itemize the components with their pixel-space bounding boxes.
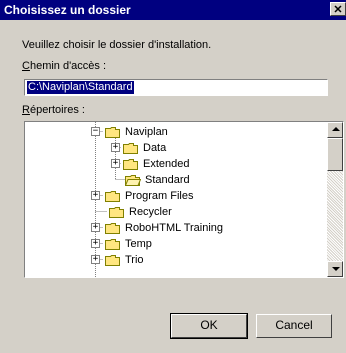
cancel-button[interactable]: Cancel xyxy=(256,314,332,338)
folder-icon xyxy=(105,239,120,250)
close-button[interactable]: ✕ xyxy=(330,2,346,16)
path-input[interactable]: C:\Naviplan\Standard xyxy=(24,79,328,96)
expand-toggle-icon[interactable]: + xyxy=(111,143,120,152)
tree-item-standard[interactable]: Standard xyxy=(25,172,315,188)
prompt-text: Veuillez choisir le dossier d'installati… xyxy=(22,39,212,51)
expand-toggle-icon[interactable]: + xyxy=(91,223,100,232)
collapse-toggle-icon[interactable]: − xyxy=(91,127,100,136)
tree-item-temp[interactable]: + Temp xyxy=(25,236,315,252)
folder-icon xyxy=(105,191,120,202)
folder-icon xyxy=(123,159,138,170)
expand-toggle-icon[interactable]: + xyxy=(91,191,100,200)
tree-item-label: Data xyxy=(143,142,167,154)
scroll-thumb[interactable] xyxy=(327,138,343,171)
tree-item-label: Trio xyxy=(125,254,144,266)
tree-item-label: RoboHTML Training xyxy=(125,222,224,234)
tree-item-recycler[interactable]: Recycler xyxy=(25,204,315,220)
expand-toggle-icon[interactable]: + xyxy=(91,239,100,248)
tree-item-label: Temp xyxy=(125,238,152,250)
tree-item-label: Recycler xyxy=(129,206,172,218)
folder-icon xyxy=(123,143,138,154)
tree-item-robohtml-training[interactable]: + RoboHTML Training xyxy=(25,220,315,236)
folder-open-icon xyxy=(105,127,120,138)
folder-open-icon xyxy=(125,175,141,186)
arrow-down-icon xyxy=(332,267,340,271)
tree-item-label: Standard xyxy=(145,174,190,186)
arrow-up-icon xyxy=(332,127,340,131)
expand-toggle-icon[interactable]: + xyxy=(91,255,100,264)
folder-icon xyxy=(105,223,120,234)
directory-tree[interactable]: − Naviplan + Data + Extended Standard + … xyxy=(24,121,344,278)
tree-item-trio[interactable]: + Trio xyxy=(25,252,315,268)
expand-toggle-icon[interactable]: + xyxy=(111,159,120,168)
tree-item-label: Extended xyxy=(143,158,190,170)
tree-item-data[interactable]: + Data xyxy=(25,140,315,156)
tree-item-extended[interactable]: + Extended xyxy=(25,156,315,172)
scroll-down-button[interactable] xyxy=(327,261,343,277)
title-bar: Choisissez un dossier ✕ xyxy=(0,0,346,20)
vertical-scrollbar[interactable] xyxy=(327,122,343,277)
tree-item-program-files[interactable]: + Program Files xyxy=(25,188,315,204)
directories-label: Répertoires : xyxy=(22,104,85,116)
tree-item-naviplan[interactable]: − Naviplan xyxy=(25,124,315,140)
window-title: Choisissez un dossier xyxy=(4,3,131,17)
tree-item-label: Naviplan xyxy=(125,126,168,138)
ok-button[interactable]: OK xyxy=(170,313,248,339)
tree-item-label: Program Files xyxy=(125,190,194,202)
folder-icon xyxy=(109,207,124,218)
path-label: Chemin d'accès : xyxy=(22,60,107,72)
folder-icon xyxy=(105,255,120,266)
scroll-up-button[interactable] xyxy=(327,122,343,138)
path-value[interactable]: C:\Naviplan\Standard xyxy=(27,81,134,94)
